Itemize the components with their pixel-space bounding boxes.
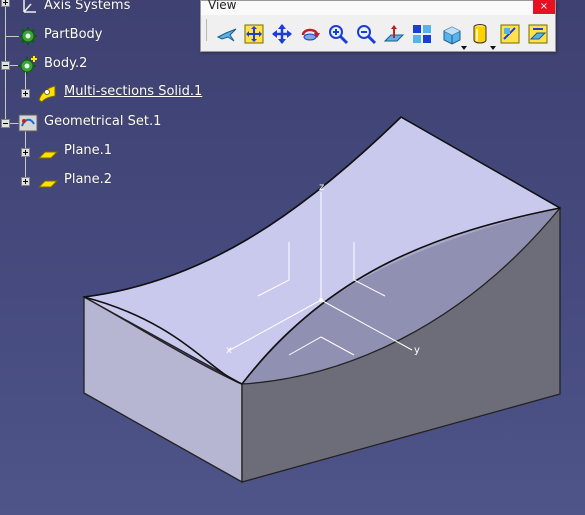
normal-view-button[interactable] bbox=[382, 22, 406, 46]
shading-icon bbox=[473, 24, 487, 44]
dropdown-arrow-icon[interactable] bbox=[461, 46, 467, 50]
zoom-in-button[interactable] bbox=[326, 22, 350, 46]
x-axis-label: x bbox=[226, 345, 232, 356]
multi-view-button[interactable] bbox=[410, 22, 434, 46]
zoom-out-button[interactable] bbox=[354, 22, 378, 46]
plane-icon bbox=[37, 180, 59, 188]
tree-label: Geometrical Set.1 bbox=[44, 114, 162, 129]
tree-label: Multi-sections Solid.1 bbox=[64, 84, 203, 99]
multi-view-icon bbox=[413, 25, 431, 43]
fly-mode-button[interactable] bbox=[215, 22, 239, 46]
dropdown-arrow-icon[interactable] bbox=[490, 46, 496, 50]
view-toolbar: View × bbox=[200, 0, 556, 52]
hide-show-button[interactable] bbox=[498, 22, 522, 46]
fly-mode-icon bbox=[216, 28, 237, 42]
body-gear-icon bbox=[18, 56, 37, 75]
expand-toggle[interactable] bbox=[21, 89, 30, 98]
tree-label: Plane.2 bbox=[64, 172, 113, 187]
tree-node-plane2[interactable]: Plane.2 bbox=[20, 170, 170, 192]
isometric-view-button[interactable] bbox=[439, 22, 467, 50]
rotate-button[interactable] bbox=[298, 22, 322, 46]
expand-toggle[interactable] bbox=[21, 148, 30, 157]
collapse-toggle[interactable] bbox=[1, 119, 10, 128]
tree-label: Axis Systems bbox=[44, 0, 131, 13]
specification-tree: Axis Systems PartBody Body.2 Multi-secti… bbox=[0, 0, 220, 200]
swap-visible-space-icon bbox=[528, 24, 548, 44]
y-axis-label: y bbox=[414, 345, 420, 356]
isometric-view-icon bbox=[443, 26, 461, 45]
tree-node-multi-sections-solid[interactable]: Multi-sections Solid.1 bbox=[20, 82, 210, 104]
zoom-in-icon bbox=[329, 25, 349, 45]
fit-all-in-icon bbox=[244, 24, 264, 44]
tree-node-geometrical-set[interactable]: Geometrical Set.1 bbox=[0, 112, 200, 134]
tree-label: Body.2 bbox=[44, 56, 88, 71]
hide-show-icon bbox=[500, 24, 520, 44]
geometrical-set-icon bbox=[18, 114, 38, 132]
zoom-out-icon bbox=[357, 25, 377, 45]
pan-button[interactable] bbox=[270, 22, 294, 46]
normal-view-icon bbox=[383, 25, 405, 42]
shading-button[interactable] bbox=[468, 22, 496, 50]
swap-visible-space-button[interactable] bbox=[526, 22, 550, 46]
tree-node-partbody[interactable]: PartBody bbox=[0, 25, 200, 47]
expand-toggle[interactable] bbox=[21, 177, 30, 186]
z-axis-label: z bbox=[319, 182, 324, 193]
3d-viewport[interactable]: z y x Axis Systems PartBody Body.2 Multi… bbox=[0, 0, 585, 515]
fit-all-in-button[interactable] bbox=[242, 22, 266, 46]
tree-label: PartBody bbox=[44, 27, 103, 42]
axis-systems-icon bbox=[23, 0, 36, 13]
collapse-toggle[interactable] bbox=[1, 61, 10, 70]
multi-sections-solid-icon bbox=[38, 85, 56, 103]
partbody-gear-icon bbox=[19, 27, 37, 45]
tree-node-axis-systems[interactable]: Axis Systems bbox=[0, 0, 200, 18]
pan-icon bbox=[272, 24, 292, 44]
close-button[interactable]: × bbox=[533, 0, 555, 14]
tree-node-body2[interactable]: Body.2 bbox=[0, 54, 200, 76]
toolbar-titlebar[interactable]: View × bbox=[201, 0, 555, 15]
tree-label: Plane.1 bbox=[64, 143, 113, 158]
tree-node-plane1[interactable]: Plane.1 bbox=[20, 141, 170, 163]
plane-icon bbox=[37, 151, 59, 159]
rotate-icon bbox=[301, 28, 320, 41]
toolbar-grip[interactable] bbox=[206, 19, 207, 41]
expand-toggle[interactable] bbox=[1, 0, 10, 7]
toolbar-title: View bbox=[208, 0, 237, 12]
